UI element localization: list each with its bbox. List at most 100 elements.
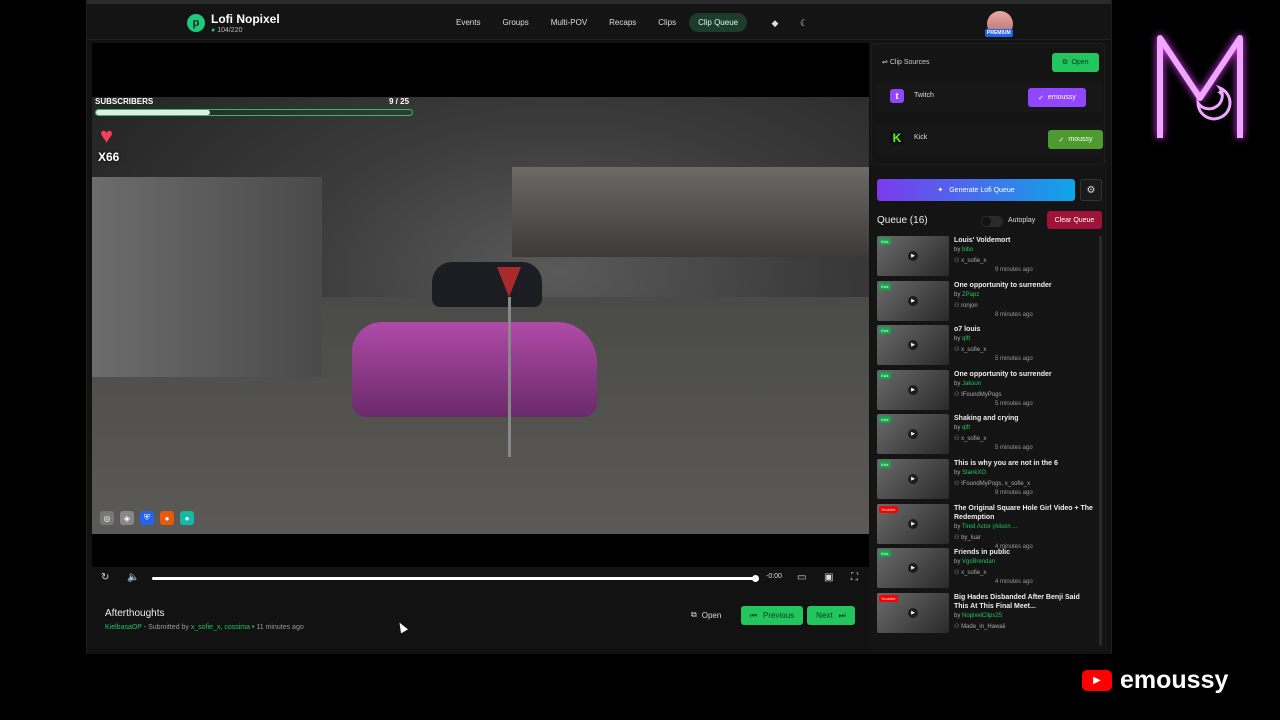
queue-item[interactable]: Kick ▶ One opportunity to surrender by Jaks… bbox=[877, 370, 1097, 414]
play-icon[interactable]: ▶ bbox=[908, 474, 918, 484]
previous-button[interactable]: ⏮ Previous bbox=[741, 606, 803, 625]
main-nav: Events Groups Multi-POV Recaps Clips Cli… bbox=[447, 13, 748, 32]
seek-bar[interactable] bbox=[152, 577, 754, 580]
by-prefix: by bbox=[954, 247, 961, 253]
captions-icon[interactable]: ▭ bbox=[797, 572, 806, 583]
youtube-icon: ▶ bbox=[1082, 670, 1112, 691]
users-icon: ⚇ bbox=[954, 535, 960, 541]
clip-author[interactable]: KielbasaOP bbox=[105, 624, 142, 631]
picture-in-picture-icon[interactable]: ▣ bbox=[824, 572, 833, 583]
generate-queue-button[interactable]: ✦ Generate Lofi Queue bbox=[877, 179, 1075, 201]
queue-thumbnail[interactable]: Youtube ▶ bbox=[877, 504, 949, 544]
replay-icon[interactable]: ↻ bbox=[101, 572, 109, 583]
fullscreen-icon[interactable]: ⛶ bbox=[851, 572, 858, 583]
queue-thumbnail[interactable]: Kick ▶ bbox=[877, 459, 949, 499]
users-icon: ⚇ bbox=[954, 570, 960, 576]
open-clip-label: Open bbox=[701, 610, 722, 620]
external-link-icon: ⧉ bbox=[1062, 58, 1068, 66]
autoplay-label: Autoplay bbox=[1008, 217, 1036, 224]
author-link[interactable]: Jakson bbox=[962, 381, 981, 387]
queue-item-submitters: ⚇ x_sofie_x bbox=[954, 569, 986, 576]
nav-clip-queue[interactable]: Clip Queue bbox=[689, 13, 748, 32]
clip-submitters[interactable]: x_sofie_x, cossima bbox=[191, 624, 250, 631]
clear-queue-button[interactable]: Clear Queue bbox=[1047, 211, 1102, 229]
queue-settings-button[interactable]: ⚙ bbox=[1080, 179, 1102, 201]
author-link[interactable]: ZPapz bbox=[962, 292, 979, 298]
queue-thumbnail[interactable]: Kick ▶ bbox=[877, 281, 949, 321]
twitch-icon: t bbox=[890, 89, 904, 103]
submitters-text: x_sofie_x bbox=[961, 258, 987, 264]
by-prefix: by bbox=[954, 559, 961, 565]
open-clip-button[interactable]: ⧉ Open bbox=[685, 606, 727, 624]
clip-sources-heading: ⇌ Clip Sources bbox=[882, 58, 930, 66]
clip-sources-panel: ⇌ Clip Sources ⧉ Open t Twitch ✓ emoussy K… bbox=[871, 43, 1105, 165]
clip-title: Afterthoughts bbox=[105, 608, 165, 619]
author-link[interactable]: VgsBrendan bbox=[962, 559, 995, 565]
queue-item[interactable]: Kick ▶ o7 louis by qlft ⚇ x_sofie_x 5 minutes… bbox=[877, 325, 1097, 369]
queue-item[interactable]: Kick ▶ This is why you are not in the 6 by … bbox=[877, 459, 1097, 503]
hud-subscribers-label: SUBSCRIBERS bbox=[95, 97, 154, 106]
queue-item[interactable]: Kick ▶ One opportunity to surrender by ZPap… bbox=[877, 281, 1097, 325]
queue-thumbnail[interactable]: Kick ▶ bbox=[877, 325, 949, 365]
scene-building bbox=[512, 167, 869, 257]
queue-item[interactable]: Kick ▶ Friends in public by VgsBrendan ⚇ x_s… bbox=[877, 548, 1097, 592]
nav-groups[interactable]: Groups bbox=[493, 13, 537, 32]
queue-item-submitters: ⚇ x_sofie_x bbox=[954, 435, 986, 442]
author-link[interactable]: qlft bbox=[962, 425, 970, 431]
queue-item-author: by ZPapz bbox=[954, 292, 979, 298]
dark-mode-icon[interactable]: ☾ bbox=[796, 15, 812, 31]
users-icon: ⚇ bbox=[954, 303, 960, 309]
queue-thumbnail[interactable]: Kick ▶ bbox=[877, 548, 949, 588]
queue-item[interactable]: Kick ▶ Louis' Voldemort by bibo ⚇ x_sofie_x 9… bbox=[877, 236, 1097, 280]
play-icon[interactable]: ▶ bbox=[908, 608, 918, 618]
author-link[interactable]: StankXO bbox=[962, 470, 986, 476]
skip-forward-icon: ⏭ bbox=[838, 610, 846, 620]
next-button[interactable]: Next ⏭ bbox=[807, 606, 855, 625]
video-player[interactable]: SUBSCRIBERS 9 / 25 ♥ X66 ◎ ◈ ⛨ ● ● bbox=[92, 43, 869, 567]
play-icon[interactable]: ▶ bbox=[908, 251, 918, 261]
play-icon[interactable]: ▶ bbox=[908, 296, 918, 306]
play-icon[interactable]: ▶ bbox=[908, 429, 918, 439]
kick-user-chip[interactable]: ✓ moussy bbox=[1048, 130, 1103, 149]
queue-item[interactable]: Kick ▶ Shaking and crying by qlft ⚇ x_sofie_… bbox=[877, 414, 1097, 458]
seek-handle[interactable] bbox=[752, 575, 759, 582]
nav-clips[interactable]: Clips bbox=[649, 13, 685, 32]
by-prefix: by bbox=[954, 292, 961, 298]
twitch-user-chip[interactable]: ✓ emoussy bbox=[1028, 88, 1086, 107]
play-icon[interactable]: ▶ bbox=[908, 340, 918, 350]
author-link[interactable]: qlft bbox=[962, 336, 970, 342]
clip-submitted-prefix: - Submitted by bbox=[143, 624, 189, 631]
nav-recaps[interactable]: Recaps bbox=[600, 13, 645, 32]
play-icon[interactable]: ▶ bbox=[908, 519, 918, 529]
queue-item[interactable]: Youtube ▶ Big Hades Disbanded After Benji … bbox=[877, 593, 1097, 637]
autoplay-toggle[interactable] bbox=[981, 216, 1003, 227]
author-link[interactable]: Tired Actor (Alison ... bbox=[962, 524, 1017, 530]
queue-item-author: by Jakson bbox=[954, 381, 981, 387]
author-link[interactable]: NopixelClips25 bbox=[962, 613, 1002, 619]
brand[interactable]: p Lofi Nopixel ● 104/220 bbox=[187, 12, 280, 34]
sources-open-button[interactable]: ⧉ Open bbox=[1052, 53, 1099, 72]
queue-item-submitters: ⚇ IFoundMyPogs, x_sofie_x bbox=[954, 480, 1030, 487]
video-frame bbox=[92, 97, 869, 534]
queue-item[interactable]: Youtube ▶ The Original Square Hole Girl Vi… bbox=[877, 504, 1097, 550]
queue-thumbnail[interactable]: Kick ▶ bbox=[877, 370, 949, 410]
queue-thumbnail[interactable]: Kick ▶ bbox=[877, 414, 949, 454]
queue-thumbnail[interactable]: Kick ▶ bbox=[877, 236, 949, 276]
queue-item-time: 9 minutes ago bbox=[995, 490, 1033, 496]
clip-sources-label: Clip Sources bbox=[889, 59, 930, 66]
nav-multi-pov[interactable]: Multi-POV bbox=[542, 13, 596, 32]
lofi-logo-icon: p bbox=[187, 14, 205, 32]
volume-icon[interactable]: 🔈 bbox=[127, 572, 139, 583]
play-icon[interactable]: ▶ bbox=[908, 563, 918, 573]
queue-scrollbar[interactable] bbox=[1099, 236, 1102, 646]
discord-icon[interactable]: ◆ bbox=[767, 15, 783, 31]
platform-badge: Kick bbox=[879, 461, 891, 468]
author-link[interactable]: bibo bbox=[962, 247, 973, 253]
by-prefix: by bbox=[954, 470, 961, 476]
nav-events[interactable]: Events bbox=[447, 13, 489, 32]
skip-back-icon: ⏮ bbox=[749, 610, 758, 620]
play-icon[interactable]: ▶ bbox=[908, 385, 918, 395]
by-prefix: by bbox=[954, 381, 961, 387]
queue-item-time: 4 minutes ago bbox=[995, 579, 1033, 585]
queue-thumbnail[interactable]: Youtube ▶ bbox=[877, 593, 949, 633]
